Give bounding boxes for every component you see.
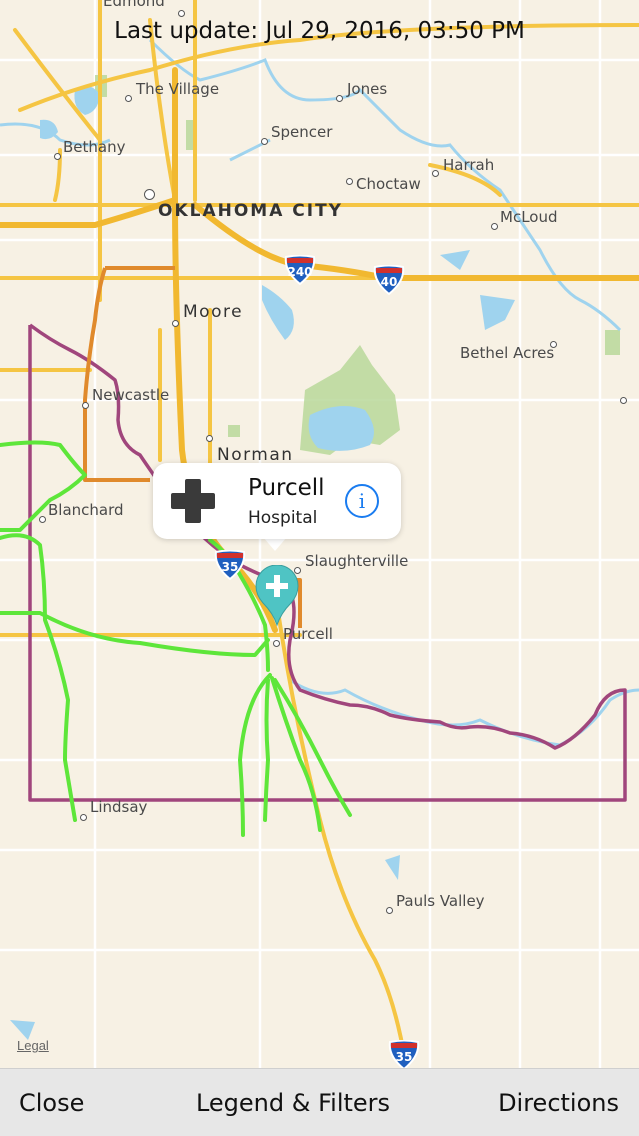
plus-cross-icon xyxy=(171,479,215,523)
label-oklahoma-city: OKLAHOMA CITY xyxy=(158,201,343,221)
town-dot xyxy=(273,640,280,647)
label-slaughterville: Slaughterville xyxy=(305,552,409,570)
directions-button[interactable]: Directions xyxy=(498,1089,619,1117)
shield-number: 35 xyxy=(221,560,239,574)
town-dot xyxy=(178,10,185,17)
label-purcell: Purcell xyxy=(283,625,333,643)
town-dot xyxy=(39,516,46,523)
label-spencer: Spencer xyxy=(271,123,333,141)
label-lindsay: Lindsay xyxy=(90,798,148,816)
town-dot xyxy=(261,138,268,145)
label-bethany: Bethany xyxy=(63,138,126,156)
town-dot xyxy=(336,95,343,102)
label-edmond: Edmond xyxy=(103,0,165,10)
town-dot xyxy=(620,397,627,404)
town-dot xyxy=(172,320,179,327)
interstate-shield-icon: 35 xyxy=(388,1039,420,1071)
label-newcastle: Newcastle xyxy=(92,386,170,404)
callout-tail xyxy=(263,537,287,551)
town-dot xyxy=(80,814,87,821)
town-dot xyxy=(54,153,61,160)
last-update-label: Last update: Jul 29, 2016, 03:50 PM xyxy=(114,18,525,44)
town-dot xyxy=(125,95,132,102)
callout-title: Purcell xyxy=(248,475,325,501)
label-moore: Moore xyxy=(183,302,244,322)
label-harrah: Harrah xyxy=(443,156,495,174)
location-callout[interactable]: Purcell Hospital i xyxy=(153,463,401,539)
interstate-shield-icon: 35 xyxy=(214,549,246,581)
town-dot xyxy=(432,170,439,177)
label-mcloud: McLoud xyxy=(500,208,558,226)
label-jones: Jones xyxy=(347,80,388,98)
town-dot xyxy=(346,178,353,185)
label-pauls-valley: Pauls Valley xyxy=(396,892,485,910)
shield-number: 240 xyxy=(287,265,313,279)
capital-marker-icon xyxy=(144,189,155,200)
town-dot xyxy=(82,402,89,409)
interstate-shield-icon: 40 xyxy=(373,264,405,296)
label-choctaw: Choctaw xyxy=(356,175,421,193)
info-icon[interactable]: i xyxy=(345,484,379,518)
label-blanchard: Blanchard xyxy=(48,501,124,519)
label-the-village: The Village xyxy=(136,80,220,98)
label-bethel-acres: Bethel Acres xyxy=(460,344,555,362)
interstate-shield-icon: 240 xyxy=(284,254,316,286)
town-dot xyxy=(206,435,213,442)
shield-number: 35 xyxy=(395,1050,413,1064)
callout-subtitle: Hospital xyxy=(248,508,318,528)
shield-number: 40 xyxy=(380,275,398,289)
town-dot xyxy=(386,907,393,914)
town-dot xyxy=(491,223,498,230)
bottom-toolbar: Close Legend & Filters Directions xyxy=(0,1068,639,1136)
legal-link[interactable]: Legal xyxy=(17,1038,49,1053)
hospital-pin-icon[interactable] xyxy=(255,565,299,627)
label-norman: Norman xyxy=(217,445,294,465)
